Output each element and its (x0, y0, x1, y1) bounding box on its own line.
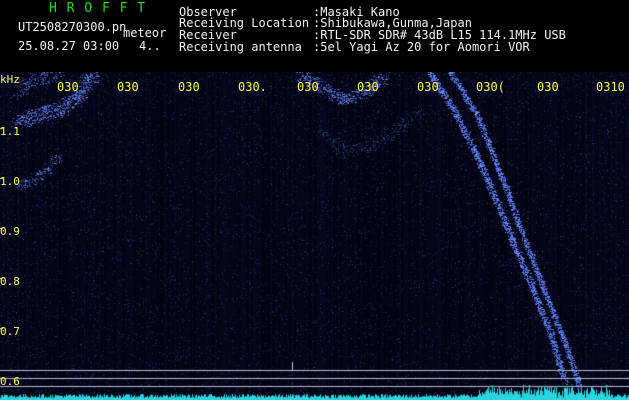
time-tick: 030 (297, 80, 319, 94)
station-title: H R O F F T (49, 1, 147, 16)
time-tick: 030 (357, 80, 379, 94)
waterfall-spectrogram (0, 72, 629, 400)
antenna-label: Receiving antenna (179, 40, 302, 54)
freq-label-1.0: 1.0 (0, 175, 20, 188)
time-tick: 030 (537, 80, 559, 94)
counter: 4.. (139, 39, 161, 53)
time-tick: 030 (117, 80, 139, 94)
meteor-tag: meteor (123, 26, 167, 40)
time-tick: 030 (178, 80, 200, 94)
time-tick: 030. (238, 80, 267, 94)
freq-unit-label: kHz (0, 73, 20, 86)
freq-label-0.8: 0.8 (0, 275, 20, 288)
filename: UT2508270300.pn (18, 20, 127, 34)
time-tick: 0310 (596, 80, 625, 94)
freq-label-0.9: 0.9 (0, 225, 20, 238)
time-tick: 030( (476, 80, 505, 94)
freq-label-0.7: 0.7 (0, 325, 20, 338)
datetime: 25.08.27 03:00 (18, 39, 120, 53)
time-tick: 030 (57, 80, 79, 94)
antenna-value: :5el Yagi Az 20 for Aomori VOR (313, 40, 530, 54)
time-tick: 030 (417, 80, 439, 94)
freq-label-0.6: 0.6 (0, 375, 20, 388)
freq-label-1.1: 1.1 (0, 125, 20, 138)
header-panel: H R O F F T UT2508270300.pn meteor 25.08… (0, 0, 629, 72)
